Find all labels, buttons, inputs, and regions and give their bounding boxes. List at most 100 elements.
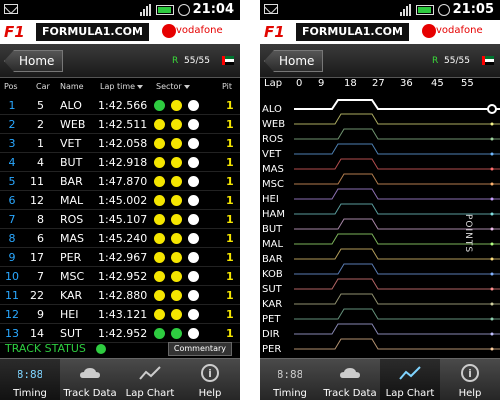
driver-label[interactable]: HEI — [262, 193, 292, 207]
driver-label[interactable]: VET — [262, 148, 292, 162]
tab-track-data[interactable]: Track Data — [320, 359, 380, 400]
home-button[interactable]: Home — [264, 50, 324, 72]
table-row[interactable]: 5 11 BAR 1:47.870 1 — [0, 172, 240, 191]
signal-icon — [400, 4, 412, 16]
driver-position-line — [294, 308, 500, 320]
tab-help[interactable]: i Help — [440, 359, 500, 400]
driver-final-marker — [490, 272, 494, 276]
table-row[interactable]: 8 6 MAS 1:45.240 1 — [0, 229, 240, 248]
cell-lap-time: 1:42.880 — [98, 289, 148, 302]
tab-bar: 8:88 Timing Track Data Lap Chart i Help — [260, 358, 500, 400]
driver-label[interactable]: PER — [262, 343, 292, 357]
table-row[interactable]: 3 1 VET 1:42.058 1 — [0, 134, 240, 153]
timing-screen: 21:04 F1 FORMULA1.COM vodafone Home R 55… — [0, 0, 240, 400]
sector-3-indicator — [188, 271, 199, 282]
info-icon: i — [458, 363, 482, 383]
table-row[interactable]: 12 9 HEI 1:43.121 1 — [0, 305, 240, 324]
sector-2-indicator — [171, 290, 182, 301]
table-row[interactable]: 10 7 MSC 1:42.952 1 — [0, 267, 240, 286]
weather-icon — [78, 363, 102, 383]
weather-icon — [338, 363, 362, 383]
driver-position-line — [294, 158, 500, 170]
sponsor-wordmark: vodafone — [436, 25, 483, 36]
cell-pit: 1 — [226, 118, 234, 131]
driver-label[interactable]: MSC — [262, 178, 292, 192]
driver-label[interactable]: DIR — [262, 328, 292, 342]
header-car: Car — [36, 82, 50, 91]
driver-final-marker — [490, 212, 494, 216]
tab-lap-chart[interactable]: Lap Chart — [120, 359, 180, 400]
driver-label[interactable]: PET — [262, 313, 292, 327]
driver-position-line — [294, 263, 500, 275]
f1-logo: F1 — [4, 23, 25, 41]
cell-pit: 1 — [226, 137, 234, 150]
cell-pit: 1 — [226, 232, 234, 245]
cell-pit: 1 — [226, 270, 234, 283]
track-status-bar: TRACK STATUS Commentary — [0, 340, 240, 358]
cell-name: PER — [60, 251, 82, 264]
driver-position-line — [294, 293, 500, 305]
commentary-button[interactable]: Commentary — [167, 342, 232, 356]
sector-3-indicator — [188, 195, 199, 206]
track-status-label: TRACK STATUS — [5, 342, 86, 355]
tab-label: Timing — [273, 388, 307, 399]
driver-label[interactable]: KOB — [262, 268, 292, 282]
driver-label[interactable]: MAS — [262, 163, 292, 177]
sector-3-indicator — [188, 233, 199, 244]
header-lap-time[interactable]: Lap time — [100, 78, 144, 96]
sector-2-indicator — [171, 271, 182, 282]
lap-axis-header: Lap 0 9 18 27 36 45 55 — [260, 78, 500, 96]
sector-1-indicator — [154, 157, 165, 168]
sector-3-indicator — [188, 176, 199, 187]
driver-label[interactable]: KAR — [262, 298, 292, 312]
driver-position-line — [294, 173, 500, 185]
lap-tick-label: 36 — [400, 78, 413, 89]
driver-label[interactable]: HAM — [262, 208, 292, 222]
sector-2-indicator — [171, 138, 182, 149]
cell-name: WEB — [60, 118, 86, 131]
sector-1-indicator — [154, 271, 165, 282]
driver-final-marker — [490, 332, 494, 336]
driver-label[interactable]: WEB — [262, 118, 292, 132]
formula1-wordmark: FORMULA1.COM — [36, 23, 149, 41]
cell-lap-time: 1:47.870 — [98, 175, 148, 188]
cell-lap-time: 1:42.918 — [98, 156, 148, 169]
info-icon: i — [198, 363, 222, 383]
brand-bar: F1 FORMULA1.COM vodafone — [0, 20, 240, 44]
table-row[interactable]: 11 22 KAR 1:42.880 1 — [0, 286, 240, 305]
sector-1-indicator — [154, 328, 165, 339]
driver-label[interactable]: BAR — [262, 253, 292, 267]
points-label[interactable]: POINTS — [459, 214, 473, 258]
svg-text:i: i — [468, 367, 472, 380]
battery-icon — [156, 5, 174, 15]
table-row[interactable]: 6 12 MAL 1:45.002 1 — [0, 191, 240, 210]
cell-lap-time: 1:45.107 — [98, 213, 148, 226]
driver-label[interactable]: MAL — [262, 238, 292, 252]
cell-name: MAL — [60, 194, 84, 207]
sector-2-indicator — [171, 119, 182, 130]
driver-label[interactable]: ROS — [262, 133, 292, 147]
tab-timing[interactable]: 8:88 Timing — [0, 359, 60, 400]
driver-label[interactable]: SUT — [262, 283, 292, 297]
table-row[interactable]: 1 5 ALO 1:42.566 1 — [0, 96, 240, 115]
driver-label[interactable]: BUT — [262, 223, 292, 237]
battery-icon — [416, 5, 434, 15]
driver-final-marker — [490, 152, 494, 156]
table-row[interactable]: 2 2 WEB 1:42.511 1 — [0, 115, 240, 134]
table-row[interactable]: 9 17 PER 1:42.967 1 — [0, 248, 240, 267]
table-row[interactable]: 4 4 BUT 1:42.918 1 — [0, 153, 240, 172]
sponsor-wordmark: vodafone — [176, 25, 223, 36]
driver-final-marker — [490, 347, 494, 351]
driver-label[interactable]: ALO — [262, 103, 292, 117]
home-button[interactable]: Home — [4, 50, 64, 72]
cell-pit: 1 — [226, 251, 234, 264]
tab-help[interactable]: i Help — [180, 359, 240, 400]
cell-car: 11 — [30, 175, 44, 188]
tab-track-data[interactable]: Track Data — [60, 359, 120, 400]
tab-lap-chart[interactable]: Lap Chart — [380, 359, 440, 400]
sector-3-indicator — [188, 157, 199, 168]
tab-timing[interactable]: 8:88 Timing — [260, 359, 320, 400]
lap-counter: 55/55 — [444, 56, 470, 66]
table-row[interactable]: 7 8 ROS 1:45.107 1 — [0, 210, 240, 229]
header-sector[interactable]: Sector — [156, 78, 190, 96]
